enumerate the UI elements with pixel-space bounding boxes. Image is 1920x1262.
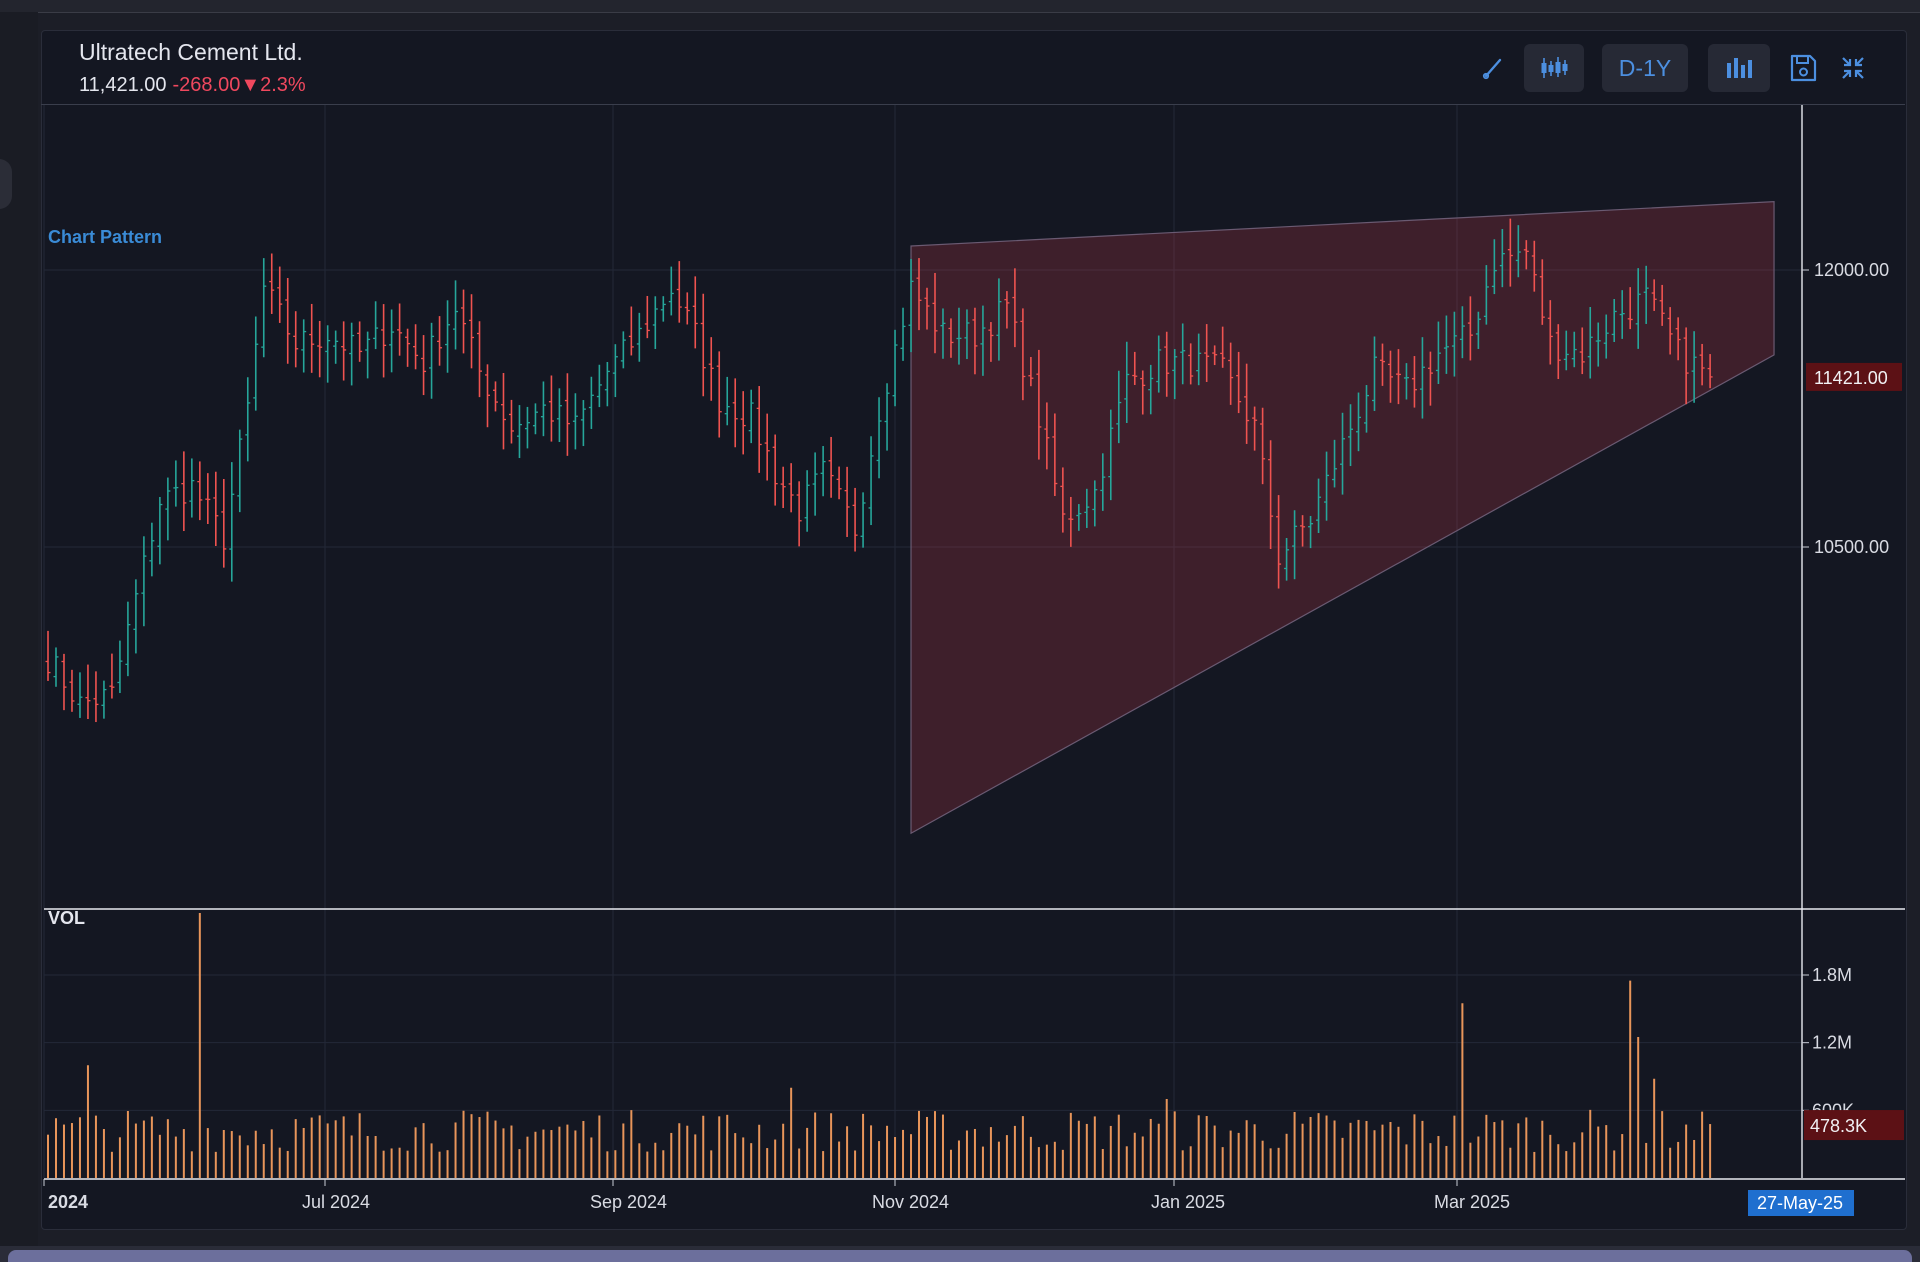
last-price-label: 11421.00 (1814, 368, 1888, 388)
crosshair-date-label: 27-May-25 (1757, 1193, 1843, 1213)
x-axis-label: Sep 2024 (590, 1192, 667, 1212)
last-volume-label: 478.3K (1810, 1116, 1867, 1136)
x-axis-label: Nov 2024 (872, 1192, 949, 1212)
x-axis-label: Jul 2024 (302, 1192, 370, 1212)
y-axis-label: 10500.00 (1814, 537, 1889, 557)
volume-axis-label: 1.2M (1812, 1033, 1852, 1053)
y-axis-label: 12000.00 (1814, 260, 1889, 280)
volume-axis-label: 1.8M (1812, 965, 1852, 985)
x-axis-label: Jan 2025 (1151, 1192, 1225, 1212)
x-axis-label: 2024 (48, 1192, 88, 1212)
x-axis-label: Mar 2025 (1434, 1192, 1510, 1212)
chart-pattern-wedge (910, 201, 1775, 835)
price-volume-chart[interactable]: 12000.0010500.0011421.001.8M1.2M600K478.… (0, 0, 1920, 1262)
